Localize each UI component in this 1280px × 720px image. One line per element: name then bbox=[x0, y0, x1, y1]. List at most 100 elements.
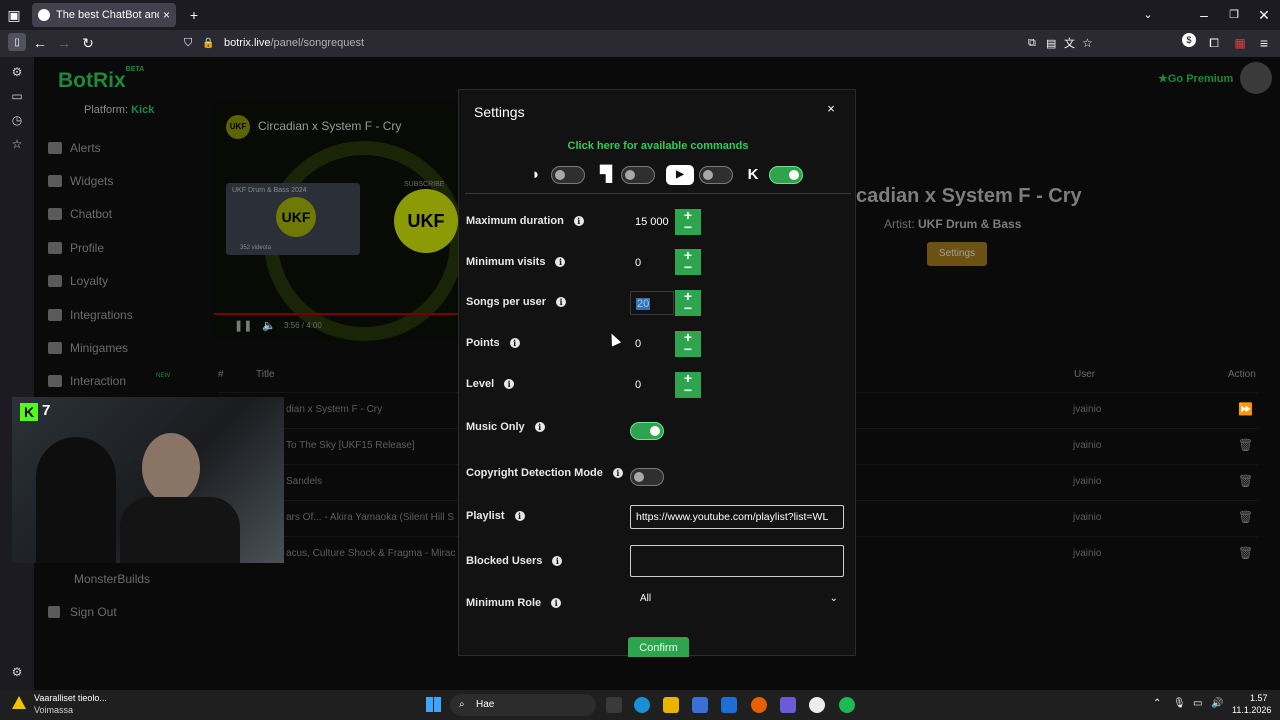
menu-icon[interactable]: ≡ bbox=[1256, 33, 1272, 53]
settings-button[interactable]: Settings bbox=[927, 242, 987, 266]
info-icon[interactable]: i bbox=[504, 379, 515, 389]
max-duration-stepper[interactable]: + − bbox=[675, 208, 701, 235]
translate-icon[interactable]: 文 bbox=[1064, 35, 1075, 51]
microphone-icon[interactable]: 🎙 bbox=[1173, 698, 1186, 709]
songs-per-user-input[interactable]: 20 bbox=[630, 291, 674, 315]
tab-overview-icon[interactable]: ▣ bbox=[6, 5, 22, 25]
botrix-toggle[interactable] bbox=[551, 166, 585, 184]
forward-icon[interactable]: → bbox=[56, 33, 72, 53]
end-card[interactable]: UKF Drum & Bass 2024 UKF 352 videota bbox=[226, 183, 360, 255]
screenshot-icon[interactable]: ⧉ bbox=[1028, 37, 1036, 50]
lock-icon[interactable]: 🔒 bbox=[202, 38, 214, 49]
close-icon[interactable]: × bbox=[823, 101, 839, 117]
minus-icon[interactable]: − bbox=[675, 301, 701, 315]
level-stepper[interactable]: + − bbox=[675, 371, 701, 398]
store-icon[interactable] bbox=[692, 697, 708, 713]
taskbar-search[interactable]: ⌕ Hae bbox=[450, 694, 596, 716]
info-icon[interactable]: i bbox=[556, 297, 567, 307]
taskbar-time[interactable]: 1.57 bbox=[1250, 693, 1268, 703]
reader-view-icon[interactable]: ▤ bbox=[1046, 37, 1056, 50]
info-icon[interactable]: i bbox=[555, 257, 566, 267]
ukf-channel-logo[interactable]: UKF bbox=[394, 189, 458, 253]
extension-icon[interactable]: $ bbox=[1182, 33, 1196, 47]
new-tab-icon[interactable]: + bbox=[186, 5, 202, 25]
network-icon[interactable]: ▭ bbox=[1193, 698, 1202, 709]
minus-icon[interactable]: − bbox=[675, 220, 701, 234]
info-icon[interactable]: i bbox=[514, 511, 525, 521]
url-text[interactable]: botrix.live/panel/songrequest bbox=[224, 37, 364, 49]
go-premium-link[interactable]: ★Go Premium bbox=[1158, 72, 1233, 85]
chrome-icon[interactable] bbox=[809, 697, 825, 713]
min-role-select[interactable]: All ⌄ bbox=[630, 587, 844, 611]
minimize-icon[interactable]: – bbox=[1196, 5, 1212, 25]
trash-icon[interactable]: 🗑 bbox=[1238, 546, 1253, 560]
info-icon[interactable]: i bbox=[612, 468, 623, 478]
video-title[interactable]: Circadian x System F - Cry bbox=[258, 119, 401, 133]
taskbar-date[interactable]: 11.1.2026 bbox=[1232, 705, 1271, 715]
sign-out-link[interactable]: Sign Out bbox=[48, 605, 117, 619]
min-visits-stepper[interactable]: + − bbox=[675, 248, 701, 275]
blocked-users-input[interactable] bbox=[630, 545, 844, 577]
file-explorer-icon[interactable] bbox=[663, 697, 679, 713]
tray-overflow-icon[interactable]: ⌃ bbox=[1153, 698, 1161, 709]
minus-icon[interactable]: − bbox=[675, 260, 701, 274]
nav-minigames[interactable]: Minigames bbox=[48, 331, 208, 364]
trash-icon[interactable]: 🗑 bbox=[1238, 510, 1253, 524]
max-duration-input[interactable]: 15 000 bbox=[630, 210, 674, 234]
points-stepper[interactable]: + − bbox=[675, 330, 701, 357]
twitch-toggle[interactable] bbox=[621, 166, 655, 184]
subscribe-label[interactable]: SUBSCRIBE bbox=[404, 181, 444, 188]
commands-link[interactable]: Click here for available commands bbox=[459, 140, 857, 152]
botrix-logo[interactable]: BotRixBETA bbox=[58, 66, 144, 93]
weather-alert-status[interactable]: Voimassa bbox=[34, 705, 73, 715]
firefox-icon[interactable] bbox=[751, 697, 767, 713]
min-visits-input[interactable]: 0 bbox=[630, 251, 674, 275]
extensions-puzzle-icon[interactable]: ⧠ bbox=[1206, 33, 1222, 53]
trash-icon[interactable]: 🗑 bbox=[1238, 438, 1253, 452]
songs-per-user-stepper[interactable]: + − bbox=[675, 289, 701, 316]
windows-start-icon[interactable] bbox=[426, 697, 441, 712]
edge-icon[interactable] bbox=[634, 697, 650, 713]
minus-icon[interactable]: − bbox=[675, 342, 701, 356]
channel-avatar[interactable]: UKF bbox=[226, 115, 250, 139]
browser-tab[interactable]: The best ChatBot and Wid × bbox=[32, 3, 176, 27]
weather-alert-title[interactable]: Vaaralliset tieolo... bbox=[34, 693, 107, 703]
info-icon[interactable]: i bbox=[573, 216, 584, 226]
info-icon[interactable]: i bbox=[551, 598, 562, 608]
nav-chatbot[interactable]: Chatbot bbox=[48, 198, 208, 231]
level-input[interactable]: 0 bbox=[630, 373, 674, 397]
progress-bar[interactable] bbox=[214, 313, 459, 315]
spotify-icon[interactable] bbox=[839, 697, 855, 713]
nav-alerts[interactable]: Alerts bbox=[48, 131, 208, 164]
copyright-mode-toggle[interactable] bbox=[630, 468, 664, 486]
minus-icon[interactable]: − bbox=[675, 383, 701, 397]
close-tab-icon[interactable]: × bbox=[163, 8, 170, 22]
youtube-toggle[interactable] bbox=[699, 166, 733, 184]
info-icon[interactable]: i bbox=[552, 556, 563, 566]
task-view-icon[interactable] bbox=[606, 697, 622, 713]
info-icon[interactable]: i bbox=[509, 338, 520, 348]
music-only-toggle[interactable] bbox=[630, 422, 664, 440]
customize-sidebar-icon[interactable]: ⚙ bbox=[8, 663, 26, 681]
back-icon[interactable]: ← bbox=[32, 33, 48, 53]
url-bar[interactable]: ⛉ 🔒 botrix.live/panel/songrequest ⧉ ▤ 文 … bbox=[176, 33, 1100, 53]
warning-icon[interactable] bbox=[12, 696, 26, 710]
nav-interaction[interactable]: Interaction NEW bbox=[48, 365, 208, 398]
bookmark-star-icon[interactable]: ☆ bbox=[1082, 36, 1093, 50]
playlist-input[interactable]: https://www.youtube.com/playlist?list=WL bbox=[630, 505, 844, 529]
close-window-icon[interactable]: ✕ bbox=[1256, 5, 1272, 25]
maximize-icon[interactable]: ❐ bbox=[1226, 5, 1242, 25]
info-icon[interactable]: i bbox=[534, 422, 545, 432]
confirm-button[interactable]: Confirm bbox=[628, 637, 689, 657]
reload-icon[interactable]: ↻ bbox=[80, 33, 96, 53]
nav-monsterbuilds[interactable]: MonsterBuilds bbox=[74, 572, 150, 586]
ai-chatbot-icon[interactable]: ⚙ bbox=[8, 63, 26, 81]
pause-icon[interactable]: ❚❚ bbox=[234, 319, 252, 332]
nav-profile[interactable]: Profile bbox=[48, 231, 208, 264]
sidebar-toggle-icon[interactable]: ▯ bbox=[8, 33, 26, 51]
shield-icon[interactable]: ⛉ bbox=[184, 37, 192, 50]
kick-toggle[interactable] bbox=[769, 166, 803, 184]
trash-icon[interactable]: 🗑 bbox=[1238, 474, 1253, 488]
synced-tabs-icon[interactable]: ▭ bbox=[8, 87, 26, 105]
outlook-icon[interactable] bbox=[721, 697, 737, 713]
